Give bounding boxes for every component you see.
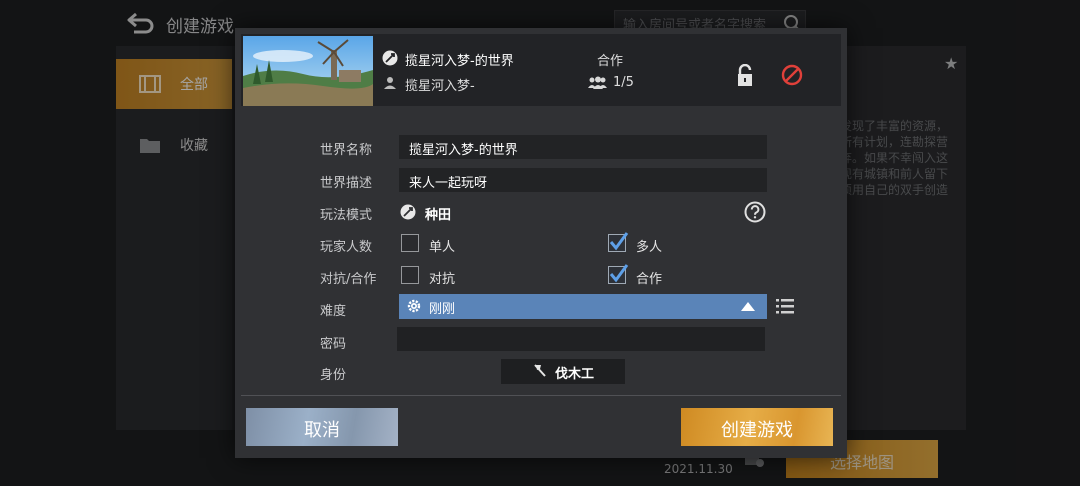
header-mode: 合作 bbox=[597, 54, 624, 69]
farming-mode-icon bbox=[400, 204, 416, 220]
password-input[interactable] bbox=[397, 327, 765, 351]
multi-player-label: 多人 bbox=[636, 240, 663, 255]
single-player-label: 单人 bbox=[429, 240, 456, 255]
world-name-input[interactable]: 揽星河入梦-的世界 bbox=[399, 135, 767, 159]
checkmark-icon bbox=[609, 232, 629, 251]
map-thumbnail bbox=[243, 36, 373, 106]
world-name-label: 世界名称 bbox=[320, 143, 373, 158]
player-count-label: 玩家人数 bbox=[320, 240, 373, 255]
difficulty-dropdown[interactable]: 刚刚 bbox=[399, 294, 767, 319]
pvp-coop-label: 对抗/合作 bbox=[320, 272, 377, 287]
players-icon bbox=[588, 76, 607, 89]
axe-icon bbox=[534, 364, 546, 377]
help-icon[interactable] bbox=[744, 201, 766, 223]
list-icon[interactable] bbox=[775, 296, 795, 316]
versus-checkbox[interactable] bbox=[401, 266, 419, 284]
world-desc-input[interactable]: 来人一起玩呀 bbox=[399, 168, 767, 192]
gameplay-mode-value: 种田 bbox=[425, 208, 452, 223]
cancel-button[interactable]: 取消 bbox=[246, 408, 398, 446]
world-summary-header: 揽星河入梦-的世界 揽星河入梦- 合作 1/5 bbox=[241, 34, 841, 106]
create-game-button-label: 创建游戏 bbox=[721, 420, 793, 441]
user-icon bbox=[384, 77, 396, 89]
world-desc-label: 世界描述 bbox=[320, 176, 373, 191]
multi-player-checkbox[interactable] bbox=[608, 232, 629, 252]
identity-value: 伐木工 bbox=[555, 367, 595, 382]
gear-icon bbox=[407, 299, 421, 313]
single-player-checkbox[interactable] bbox=[401, 234, 419, 252]
coop-label: 合作 bbox=[636, 272, 663, 287]
identity-label: 身份 bbox=[320, 368, 347, 383]
gameplay-mode-label: 玩法模式 bbox=[320, 208, 373, 223]
checkmark-icon bbox=[609, 264, 629, 283]
world-desc-value: 来人一起玩呀 bbox=[409, 176, 488, 191]
difficulty-label: 难度 bbox=[320, 304, 347, 319]
header-owner-name: 揽星河入梦- bbox=[405, 79, 475, 94]
create-game-button[interactable]: 创建游戏 bbox=[681, 408, 833, 446]
difficulty-value: 刚刚 bbox=[429, 302, 456, 317]
identity-selector[interactable]: 伐木工 bbox=[501, 359, 625, 384]
header-player-count: 1/5 bbox=[613, 75, 634, 90]
coop-checkbox[interactable] bbox=[608, 264, 629, 284]
ban-icon[interactable] bbox=[781, 64, 803, 86]
header-world-name: 揽星河入梦-的世界 bbox=[405, 54, 514, 69]
world-name-value: 揽星河入梦-的世界 bbox=[409, 143, 518, 158]
create-game-dialog: 揽星河入梦-的世界 揽星河入梦- 合作 1/5 世界名称 揽星河入梦-的世界 世… bbox=[235, 28, 847, 458]
divider bbox=[241, 395, 841, 396]
password-label: 密码 bbox=[320, 337, 347, 352]
farming-mode-icon bbox=[382, 50, 398, 66]
versus-label: 对抗 bbox=[429, 272, 456, 287]
cancel-button-label: 取消 bbox=[304, 420, 340, 441]
caret-up-icon bbox=[741, 302, 755, 311]
unlock-icon[interactable] bbox=[735, 64, 755, 88]
